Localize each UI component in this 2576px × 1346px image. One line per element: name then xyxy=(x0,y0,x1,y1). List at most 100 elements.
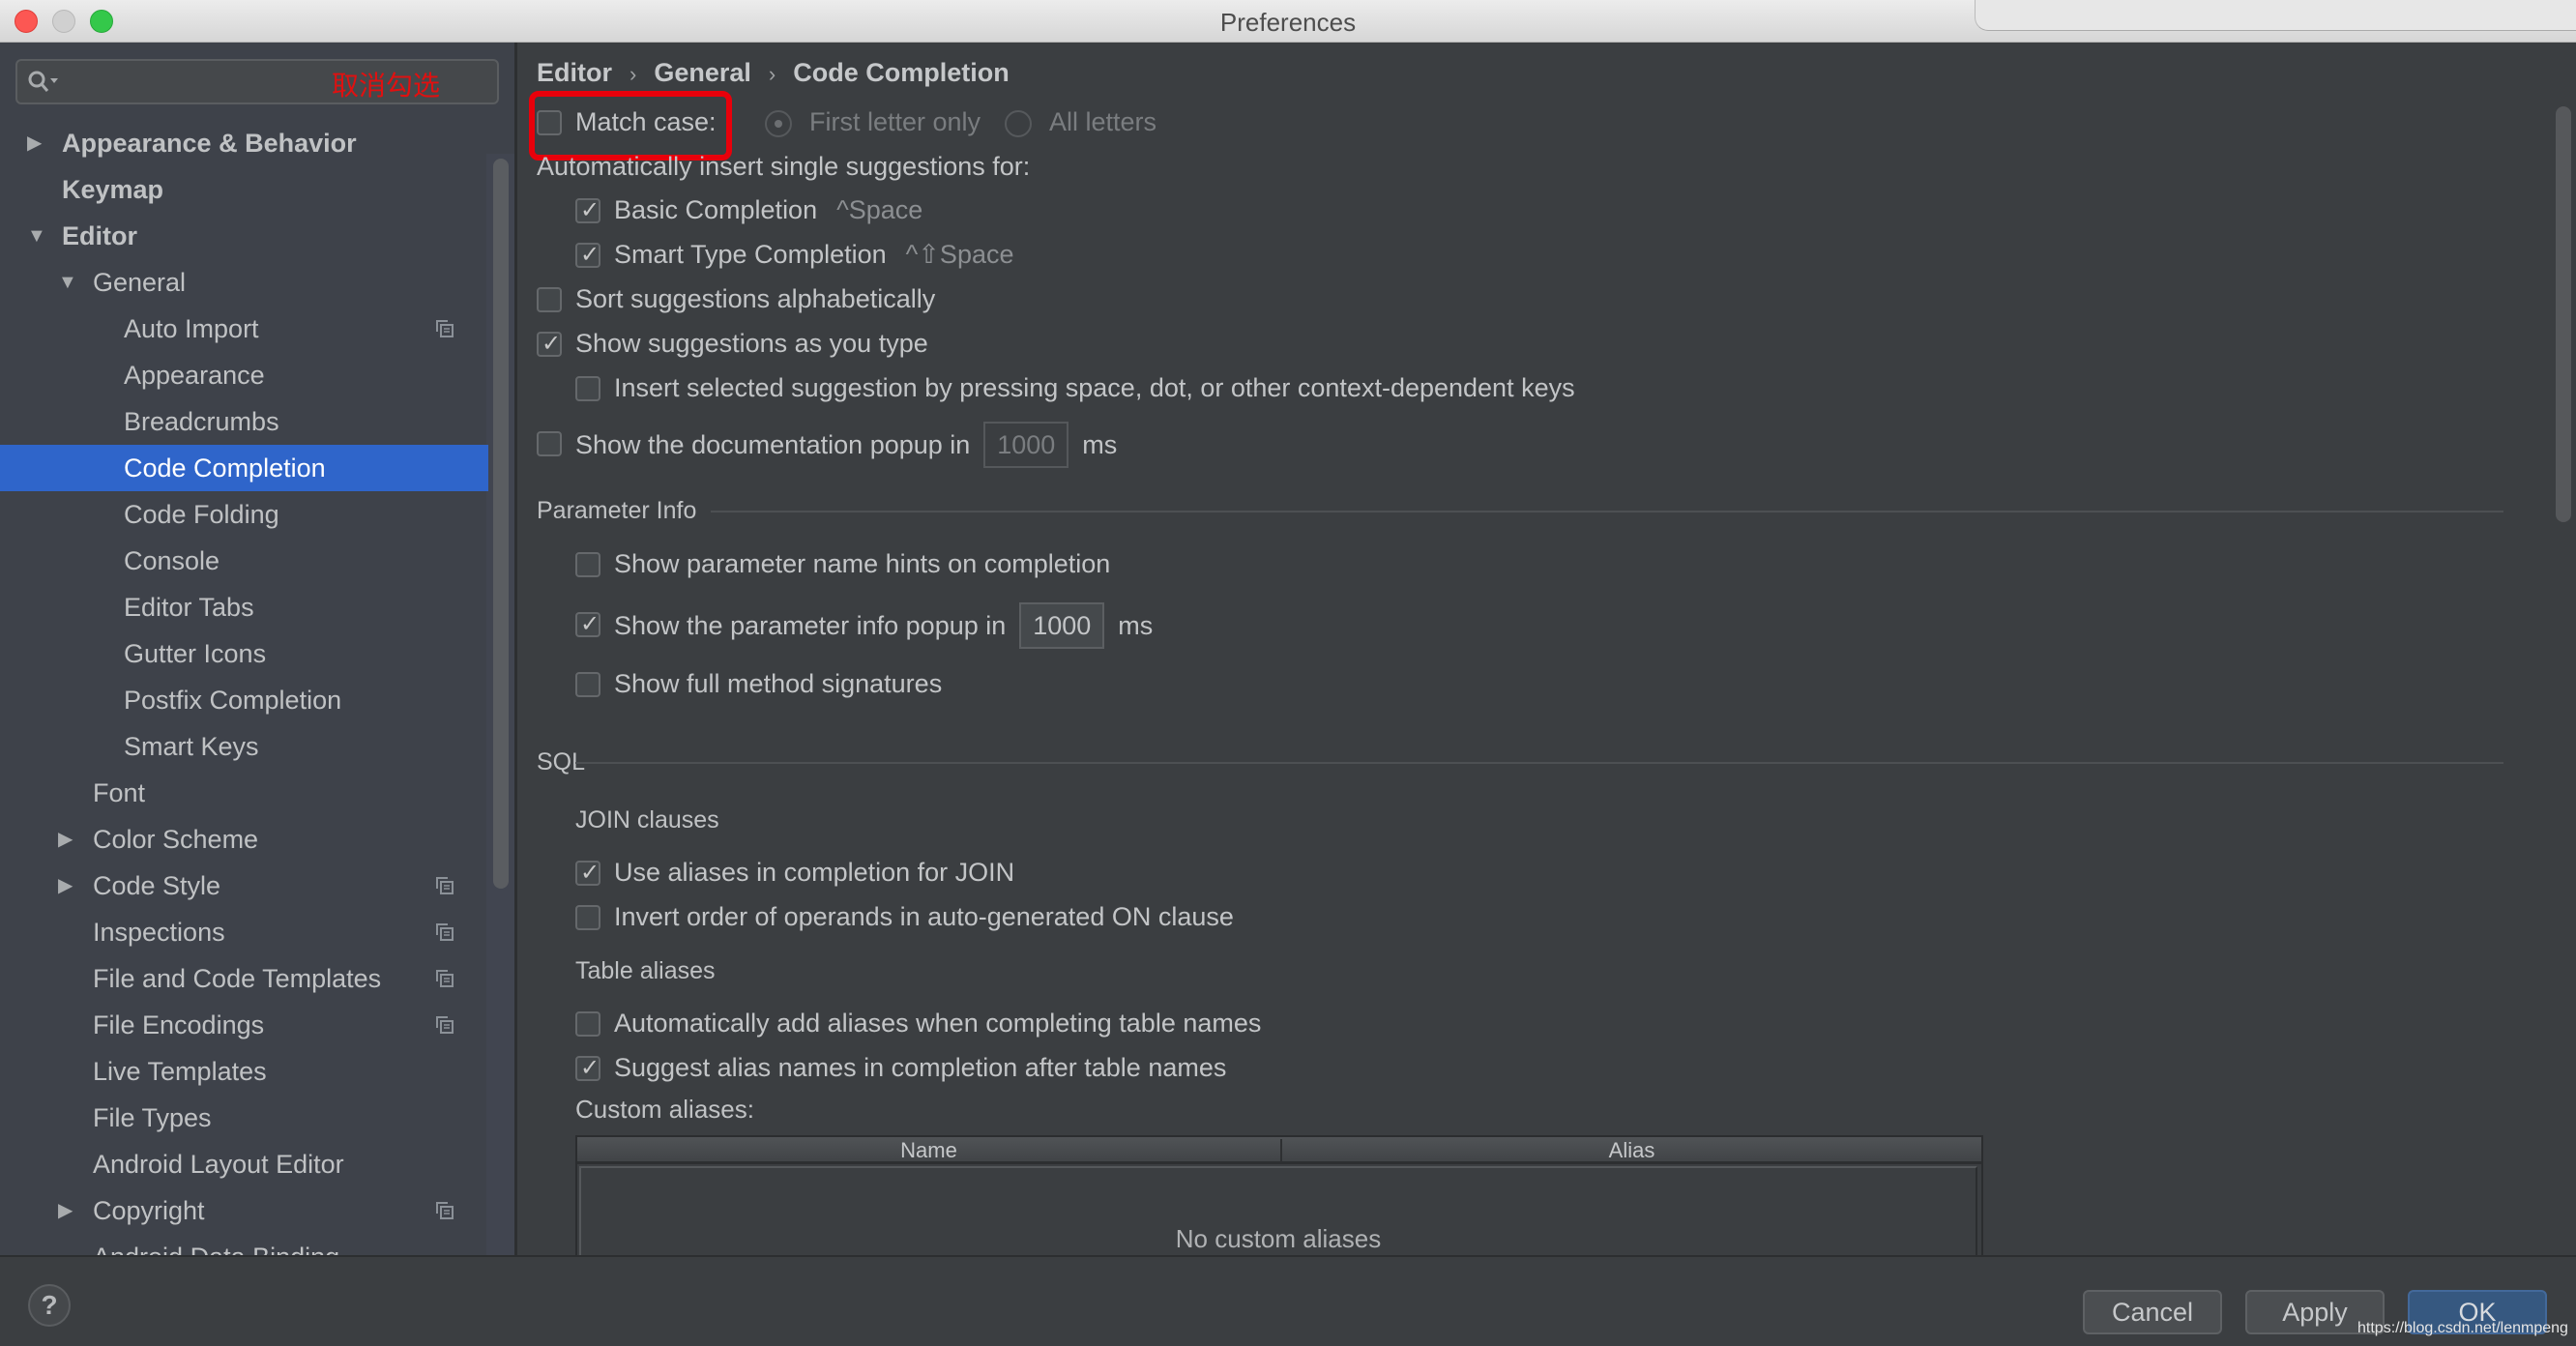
sidebar-item-file-encodings[interactable]: File Encodings xyxy=(0,1002,488,1048)
sidebar-item-label: Android Layout Editor xyxy=(93,1150,344,1179)
expand-arrow-down-icon[interactable]: ▼ xyxy=(58,259,77,306)
sidebar-item-label: Code Style xyxy=(93,871,221,900)
sidebar-item-inspections[interactable]: Inspections xyxy=(0,909,488,955)
expand-arrow-right-icon[interactable]: ▶ xyxy=(58,816,73,863)
sidebar-item-editor[interactable]: ▼ Editor xyxy=(0,213,488,259)
sidebar-item-android-layout-editor[interactable]: Android Layout Editor xyxy=(0,1141,488,1187)
main-scrollbar[interactable] xyxy=(2556,106,2571,522)
breadcrumb-separator-icon: › xyxy=(768,62,776,86)
column-header-name[interactable]: Name xyxy=(577,1137,1280,1164)
sidebar-item-breadcrumbs[interactable]: Breadcrumbs xyxy=(0,398,488,445)
sidebar-item-label: General xyxy=(93,268,187,297)
section-divider xyxy=(575,762,2503,764)
sidebar-item-font[interactable]: Font xyxy=(0,770,488,816)
sidebar-item-appearance-behavior[interactable]: ▶ Appearance & Behavior xyxy=(0,120,488,166)
sidebar-item-color-scheme[interactable]: ▶ Color Scheme xyxy=(0,816,488,863)
param-info-popup-checkbox[interactable] xyxy=(575,605,600,644)
basic-completion-shortcut: ^Space xyxy=(836,195,923,224)
full-signatures-checkbox[interactable] xyxy=(575,672,600,697)
sidebar-item-live-templates[interactable]: Live Templates xyxy=(0,1048,488,1095)
breadcrumb-separator-icon: › xyxy=(629,62,637,86)
sidebar-item-label: Keymap xyxy=(62,175,164,204)
first-letter-only-radio[interactable] xyxy=(765,110,792,137)
sidebar-item-label: Inspections xyxy=(93,918,225,947)
param-name-hints-label: Show parameter name hints on completion xyxy=(614,549,1111,578)
show-as-you-type-checkbox[interactable] xyxy=(537,325,562,364)
doc-popup-checkbox[interactable] xyxy=(537,431,562,456)
sidebar-item-keymap[interactable]: Keymap xyxy=(0,166,488,213)
auto-insert-text: Automatically insert single suggestions … xyxy=(537,152,1031,181)
sidebar-item-smart-keys[interactable]: Smart Keys xyxy=(0,723,488,770)
settings-search-input[interactable]: 取消勾选 xyxy=(15,59,499,104)
param-info-popup-label: Show the parameter info popup in xyxy=(614,611,1007,641)
doc-popup-delay-input[interactable]: 1000 xyxy=(983,422,1069,468)
sidebar-item-label: Breadcrumbs xyxy=(124,407,279,436)
settings-panel: Editor › General › Code Completion Match cas… xyxy=(517,43,2576,1255)
sidebar-item-code-folding[interactable]: Code Folding xyxy=(0,491,488,538)
breadcrumb: Editor › General › Code Completion xyxy=(537,58,1010,88)
table-aliases-title: Table aliases xyxy=(575,957,716,984)
sort-alphabetically-checkbox[interactable] xyxy=(537,287,562,312)
use-aliases-join-checkbox[interactable] xyxy=(575,854,600,892)
sidebar-item-general[interactable]: ▼ General xyxy=(0,259,488,306)
basic-completion-label: Basic Completion xyxy=(614,195,818,224)
sidebar-item-label: Code Completion xyxy=(124,454,326,483)
smart-type-completion-checkbox[interactable] xyxy=(575,236,600,275)
cancel-button[interactable]: Cancel xyxy=(2083,1290,2222,1334)
sidebar-item-label: Color Scheme xyxy=(93,825,259,854)
first-letter-only-label: First letter only xyxy=(809,107,981,136)
table-body[interactable]: No custom aliases xyxy=(579,1166,1977,1255)
all-letters-radio[interactable] xyxy=(1005,110,1032,137)
sidebar-item-appearance[interactable]: Appearance xyxy=(0,352,488,398)
sidebar-item-label: Auto Import xyxy=(124,314,259,343)
table-header: Name Alias xyxy=(577,1137,1981,1164)
watermark-text: https://blog.csdn.net/lenmpeng xyxy=(2357,1320,2568,1336)
breadcrumb-item: Editor xyxy=(537,58,612,87)
sidebar-item-postfix-completion[interactable]: Postfix Completion xyxy=(0,677,488,723)
project-level-settings-icon xyxy=(436,320,454,337)
full-signatures-label: Show full method signatures xyxy=(614,669,943,698)
annotation-uncheck-text: 取消勾选 xyxy=(332,71,441,101)
column-header-alias[interactable]: Alias xyxy=(1282,1137,1981,1164)
dialog-footer: ? Cancel Apply OK https://blog.csdn.net/… xyxy=(0,1255,2576,1346)
sidebar-item-file-types[interactable]: File Types xyxy=(0,1095,488,1141)
smart-type-completion-shortcut: ^⇧Space xyxy=(905,240,1014,269)
sidebar-scrollbar[interactable] xyxy=(493,159,509,889)
suggest-alias-names-label: Suggest alias names in completion after … xyxy=(614,1053,1227,1082)
help-button[interactable]: ? xyxy=(28,1284,71,1327)
sidebar-item-code-style[interactable]: ▶ Code Style xyxy=(0,863,488,909)
param-info-delay-input[interactable]: 1000 xyxy=(1019,602,1105,649)
doc-popup-label: Show the documentation popup in xyxy=(575,430,971,460)
sidebar-item-label: Console xyxy=(124,546,220,575)
sidebar-item-copyright[interactable]: ▶ Copyright xyxy=(0,1187,488,1234)
sidebar-item-code-completion[interactable]: Code Completion xyxy=(0,445,488,491)
sidebar-item-label: Copyright xyxy=(93,1196,205,1225)
project-level-settings-icon xyxy=(436,970,454,987)
sidebar-item-file-and-code-templates[interactable]: File and Code Templates xyxy=(0,955,488,1002)
sidebar-item-android-data-binding[interactable]: Android Data Binding xyxy=(0,1234,488,1255)
sidebar-item-console[interactable]: Console xyxy=(0,538,488,584)
sidebar-item-label: Font xyxy=(93,778,146,807)
search-icon xyxy=(28,71,58,92)
expand-arrow-right-icon[interactable]: ▶ xyxy=(27,120,42,166)
auto-insert-label: Automatically insert single suggestions … xyxy=(537,147,1030,186)
basic-completion-checkbox[interactable] xyxy=(575,191,600,230)
param-info-popup-unit: ms xyxy=(1118,611,1154,641)
sort-alphabetically-label: Sort suggestions alphabetically xyxy=(575,284,936,313)
insert-selected-checkbox[interactable] xyxy=(575,376,600,401)
use-aliases-join-label: Use aliases in completion for JOIN xyxy=(614,858,1015,887)
sidebar-item-editor-tabs[interactable]: Editor Tabs xyxy=(0,584,488,630)
expand-arrow-down-icon[interactable]: ▼ xyxy=(27,213,46,259)
all-letters-label: All letters xyxy=(1049,107,1157,136)
param-name-hints-checkbox[interactable] xyxy=(575,552,600,577)
invert-operands-checkbox[interactable] xyxy=(575,905,600,930)
sidebar-item-label: Code Folding xyxy=(124,500,279,529)
expand-arrow-right-icon[interactable]: ▶ xyxy=(58,1187,73,1234)
sidebar-item-gutter-icons[interactable]: Gutter Icons xyxy=(0,630,488,677)
sidebar-item-auto-import[interactable]: Auto Import xyxy=(0,306,488,352)
expand-arrow-right-icon[interactable]: ▶ xyxy=(58,863,73,909)
auto-add-aliases-checkbox[interactable] xyxy=(575,1011,600,1037)
suggest-alias-names-checkbox[interactable] xyxy=(575,1049,600,1088)
sidebar-item-label: Live Templates xyxy=(93,1057,267,1086)
project-level-settings-icon xyxy=(436,1202,454,1219)
